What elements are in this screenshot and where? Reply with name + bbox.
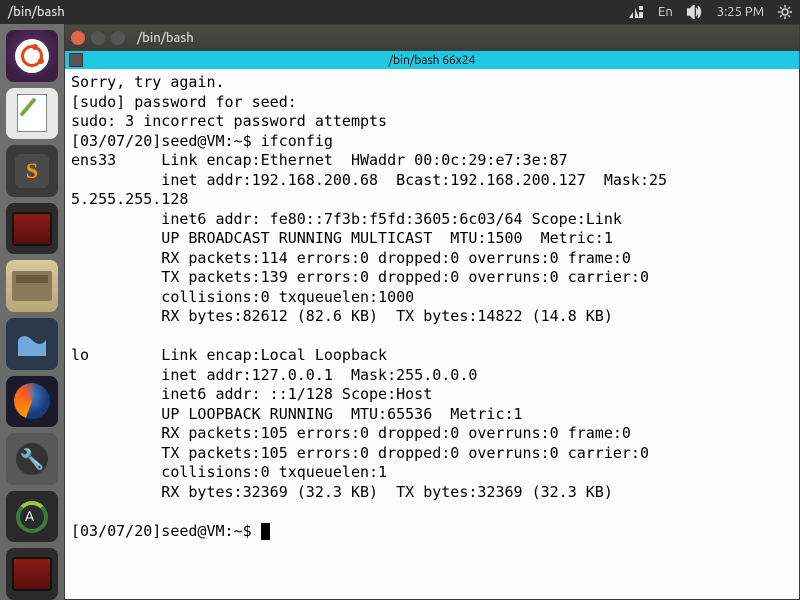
files-icon[interactable]: [6, 260, 58, 312]
term-line: sudo: 3 incorrect password attempts: [71, 112, 387, 130]
term-line: collisions:0 txqueuelen:1000: [71, 288, 414, 306]
input-language-indicator[interactable]: En: [658, 5, 673, 19]
settings-icon[interactable]: 🔧: [6, 433, 58, 485]
software-updater-icon[interactable]: A: [6, 491, 58, 543]
term-line: RX packets:105 errors:0 dropped:0 overru…: [71, 424, 631, 442]
firefox-icon[interactable]: [6, 376, 58, 428]
sublime-text-icon[interactable]: S: [6, 145, 58, 197]
terminal-output[interactable]: Sorry, try again. [sudo] password for se…: [65, 69, 799, 599]
wireshark-icon[interactable]: [6, 318, 58, 370]
term-line: [03/07/20]seed@VM:~$ ifconfig: [71, 132, 333, 150]
term-line: RX packets:114 errors:0 dropped:0 overru…: [71, 249, 631, 267]
window-close-button[interactable]: [71, 31, 85, 45]
volume-icon[interactable]: [687, 5, 703, 19]
dash-home-icon[interactable]: [6, 30, 58, 82]
term-line: UP LOOPBACK RUNNING MTU:65536 Metric:1: [71, 405, 523, 423]
system-gear-icon[interactable]: [778, 5, 792, 19]
terminal-icon-2[interactable]: [6, 548, 58, 600]
term-line: inet addr:127.0.0.1 Mask:255.0.0.0: [71, 366, 477, 384]
term-line: inet6 addr: ::1/128 Scope:Host: [71, 385, 432, 403]
term-line: lo Link encap:Local Loopback: [71, 346, 387, 364]
term-line: UP BROADCAST RUNNING MULTICAST MTU:1500 …: [71, 229, 613, 247]
clock[interactable]: 3:25 PM: [717, 5, 764, 19]
term-line: [sudo] password for seed:: [71, 93, 297, 111]
text-editor-icon[interactable]: [6, 88, 58, 140]
term-line: 5.255.255.128: [71, 190, 188, 208]
network-icon[interactable]: [628, 6, 644, 18]
term-line: collisions:0 txqueuelen:1: [71, 463, 387, 481]
terminal-cursor: [261, 523, 270, 540]
term-line: inet6 addr: fe80::7f3b:f5fd:3605:6c03/64…: [71, 210, 622, 228]
terminal-tab-icon: [69, 53, 83, 67]
terminal-tab[interactable]: /bin/bash 66x24: [65, 51, 799, 69]
term-line: TX packets:139 errors:0 dropped:0 overru…: [71, 268, 649, 286]
window-maximize-button[interactable]: [111, 31, 125, 45]
term-line: TX packets:105 errors:0 dropped:0 overru…: [71, 444, 649, 462]
terminal-titlebar[interactable]: /bin/bash: [65, 25, 799, 51]
active-window-title: /bin/bash: [8, 5, 65, 19]
term-line: ens33 Link encap:Ethernet HWaddr 00:0c:2…: [71, 151, 568, 169]
terminal-window-title: /bin/bash: [137, 31, 194, 45]
term-prompt: [03/07/20]seed@VM:~$: [71, 522, 261, 540]
gnome-top-bar: /bin/bash En 3:25 PM: [0, 0, 800, 24]
terminal-tab-label: /bin/bash 66x24: [389, 54, 476, 67]
window-minimize-button[interactable]: [91, 31, 105, 45]
terminal-window: /bin/bash /bin/bash 66x24 Sorry, try aga…: [64, 24, 800, 600]
term-line: RX bytes:82612 (82.6 KB) TX bytes:14822 …: [71, 307, 613, 325]
unity-launcher: S 🔧 A: [0, 24, 64, 600]
term-line: Sorry, try again.: [71, 73, 225, 91]
term-line: inet addr:192.168.200.68 Bcast:192.168.2…: [71, 171, 667, 189]
term-line: RX bytes:32369 (32.3 KB) TX bytes:32369 …: [71, 483, 613, 501]
terminal-icon[interactable]: [6, 203, 58, 255]
